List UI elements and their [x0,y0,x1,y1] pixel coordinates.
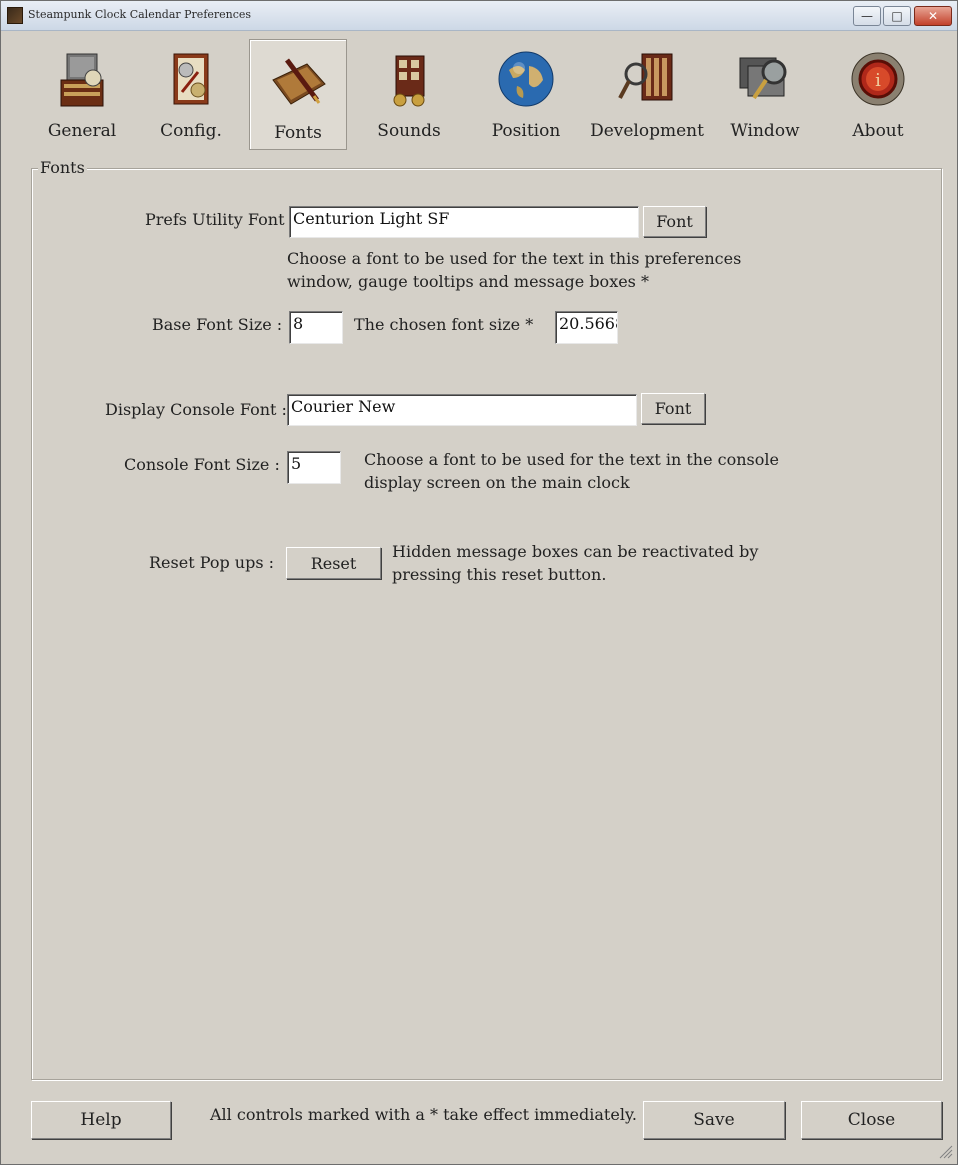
tab-label: Sounds [377,121,441,141]
group-title: Fonts [38,158,87,177]
console-font-button[interactable]: Font [641,393,705,424]
tab-development[interactable]: Development [590,38,704,150]
tab-label: Development [590,121,704,141]
tab-label: Window [730,121,800,141]
app-icon [7,7,23,24]
fonts-icon [267,50,329,112]
category-toolbar: General Config. Fonts Sounds Position De… [1,32,957,154]
tab-window[interactable]: Window [723,38,807,150]
base-size-field[interactable]: 8 [289,311,343,344]
tab-about[interactable]: i About [839,38,917,150]
tab-fonts[interactable]: Fonts [249,39,347,150]
reset-button[interactable]: Reset [286,547,381,579]
tab-label: Config. [160,121,222,141]
console-font-field[interactable]: Courier New [287,394,637,426]
minimize-button[interactable]: — [853,6,881,26]
console-description: Choose a font to be used for the text in… [364,448,779,494]
tab-position[interactable]: Position [485,38,567,150]
tab-config[interactable]: Config. [151,38,231,150]
window-icon [734,48,796,110]
prefs-font-label: Prefs Utility Font : [145,210,295,229]
console-size-field[interactable]: 5 [287,451,341,484]
save-button[interactable]: Save [643,1101,785,1139]
prefs-font-field[interactable]: Centurion Light SF [289,206,639,238]
tab-label: About [852,121,904,141]
tab-label: Position [491,121,561,141]
close-window-button[interactable]: ✕ [914,6,952,26]
general-icon [51,48,113,110]
console-font-label: Display Console Font : [105,400,287,419]
reset-label: Reset Pop ups : [149,553,275,572]
window-title: Steampunk Clock Calendar Preferences [28,8,252,21]
desc-line: window, gauge tooltips and message boxes… [287,272,649,291]
resize-grip-icon[interactable] [937,1143,953,1159]
development-icon [616,48,678,110]
tab-general[interactable]: General [36,38,128,150]
base-size-label: Base Font Size : [152,315,283,334]
globe-icon [495,48,557,110]
immediate-effect-note: All controls marked with a * take effect… [210,1105,637,1124]
preferences-window: Steampunk Clock Calendar Preferences — □… [0,0,958,1165]
maximize-button[interactable]: □ [883,6,911,26]
desc-line: Choose a font to be used for the text in… [364,450,779,469]
sounds-icon [378,48,440,110]
chosen-size-label: The chosen font size * [354,315,534,334]
prefs-font-button[interactable]: Font [643,206,706,237]
reset-description: Hidden message boxes can be reactivated … [392,540,758,586]
about-icon: i [847,48,909,110]
config-icon [160,48,222,110]
prefs-font-description: Choose a font to be used for the text in… [287,247,741,293]
close-button[interactable]: Close [801,1101,942,1139]
help-button[interactable]: Help [31,1101,171,1139]
desc-line: display screen on the main clock [364,473,630,492]
desc-line: Choose a font to be used for the text in… [287,249,742,268]
desc-line: pressing this reset button. [392,565,607,584]
fonts-groupbox [31,168,942,1080]
desc-line: Hidden message boxes can be reactivated … [392,542,759,561]
console-size-label: Console Font Size : [124,455,280,474]
svg-text:i: i [875,70,881,91]
title-bar[interactable]: Steampunk Clock Calendar Preferences — □… [1,1,957,31]
tab-label: General [47,121,117,141]
tab-label: Fonts [274,123,322,143]
tab-sounds[interactable]: Sounds [369,38,449,150]
chosen-size-field: 20.5668 [555,311,618,344]
